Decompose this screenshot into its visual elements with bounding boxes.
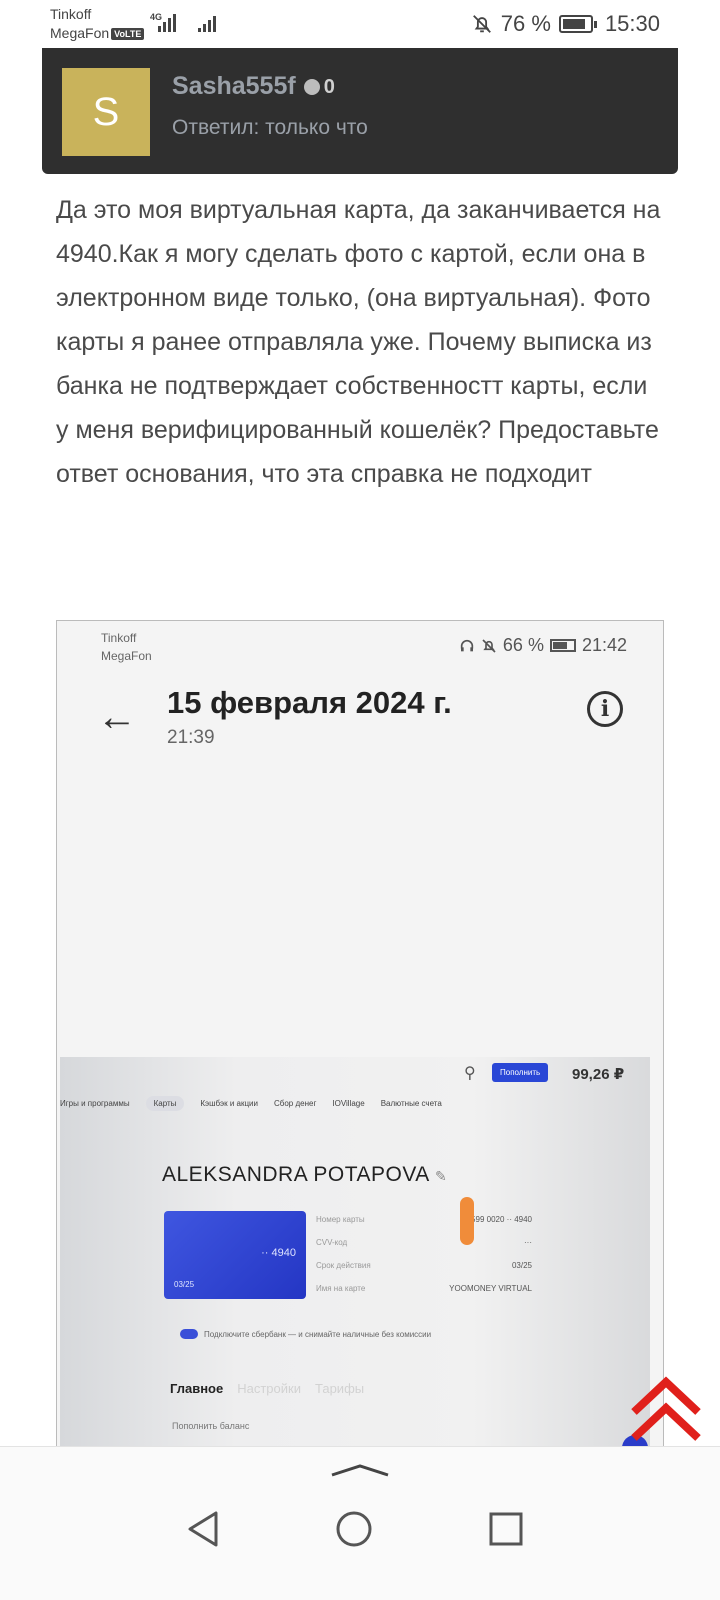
card-details: Номер карты 5599 0020 ·· 4940 CVV-код ··· …	[316, 1215, 532, 1307]
double-chevron-up-icon[interactable]	[628, 1374, 704, 1444]
bank-topup-row: Пополнить баланс	[172, 1421, 250, 1431]
card-detail-row: Номер карты 5599 0020 ·· 4940	[316, 1215, 532, 1238]
battery-percent: 76 %	[500, 11, 551, 36]
attached-battery-percent: 66 %	[502, 635, 544, 655]
bank-tabs: Главное Настройки Тарифы	[170, 1381, 364, 1396]
bank-nav-item: Валютные счета	[380, 1099, 442, 1108]
attached-status-right: 66 % 21:42	[459, 635, 627, 656]
headphones-icon	[460, 639, 474, 651]
username[interactable]: Sasha555f	[172, 72, 296, 100]
cardholder-text: ALEKSANDRA POTAPOVA	[162, 1163, 429, 1186]
back-arrow-icon: ←	[97, 695, 137, 739]
reply-header: S Sasha555f 0 Ответил: только что	[42, 48, 678, 174]
attached-status-carrier: Tinkoff MegaFon	[101, 629, 152, 665]
card-detail-row: Срок действия 03/25	[316, 1261, 532, 1284]
bank-nav-item: Кэшбэк и акции	[200, 1099, 258, 1108]
toggle-icon	[180, 1329, 198, 1339]
mute-bell-icon	[472, 15, 491, 33]
detail-value: YOOMONEY VIRTUAL	[449, 1284, 532, 1293]
attached-carrier-1: Tinkoff	[101, 631, 137, 645]
bank-nav-item: Игры и программы	[60, 1099, 130, 1108]
mute-bell-icon	[482, 638, 496, 653]
edit-pencil-icon: ✎	[435, 1168, 448, 1184]
info-icon: i	[587, 691, 623, 727]
system-nav-bar	[0, 1446, 720, 1600]
user-reputation: 0	[323, 75, 335, 98]
card-expiry: 03/25	[174, 1280, 195, 1289]
battery-icon	[549, 639, 576, 652]
chevron-up-icon[interactable]	[330, 1463, 390, 1477]
bank-tab-tariffs: Тарифы	[314, 1381, 365, 1396]
bank-topup-button: Пополнить	[492, 1063, 549, 1082]
cardholder-name: ALEKSANDRA POTAPOVA ✎	[162, 1163, 447, 1187]
attached-carrier-2: MegaFon	[101, 649, 152, 663]
bank-nav-item: IOVillage	[332, 1099, 365, 1108]
bank-tab-settings: Настройки	[237, 1381, 301, 1396]
bank-toggle-row: Подключите сбербанк — и снимайте наличны…	[180, 1329, 431, 1339]
attached-clock: 21:42	[581, 635, 627, 655]
rank-dot-icon	[303, 79, 320, 96]
square-recents-icon[interactable]	[486, 1509, 526, 1549]
orange-redaction-mark	[460, 1197, 474, 1245]
bank-balance: 99,26 ₽	[572, 1066, 625, 1083]
bank-nav-item: Сбор денег	[274, 1099, 317, 1108]
search-icon: ⚲	[464, 1065, 476, 1082]
detail-label: CVV-код	[316, 1238, 348, 1247]
answered-time: Ответил: только что	[172, 116, 368, 139]
attached-image[interactable]: Tinkoff MegaFon 66 % 21:42 ← 15 февраля …	[56, 620, 664, 1480]
detail-value: 5599 0020 ·· 4940	[466, 1215, 532, 1224]
detail-label: Имя на карте	[316, 1284, 366, 1293]
circle-home-icon[interactable]	[334, 1509, 374, 1549]
transaction-time: 21:39	[167, 727, 215, 748]
signal-icon	[158, 12, 176, 32]
bank-nav-item-active: Карты	[145, 1096, 185, 1111]
reply-message: Да это моя виртуальная карта, да заканчи…	[56, 196, 661, 488]
battery-icon	[558, 15, 597, 33]
card-detail-row: CVV-код ···	[316, 1238, 532, 1261]
bank-nav: Игры и программы Карты Кэшбэк и акции Сб…	[60, 1096, 442, 1111]
bank-photo: ⚲ Пополнить 99,26 ₽ Игры и программы Кар…	[60, 1057, 650, 1479]
signal-icon-2	[198, 12, 216, 32]
transaction-date: 15 февраля 2024 г.	[167, 685, 452, 720]
bank-tab-main: Главное	[170, 1381, 224, 1396]
username-row: Sasha555f 0	[172, 72, 335, 101]
bank-card-image: ·· 4940 03/25	[164, 1211, 306, 1299]
detail-label: Номер карты	[316, 1215, 365, 1224]
triangle-back-icon[interactable]	[184, 1509, 224, 1549]
status-bar: Tinkoff MegaFon VoLTE 4G 76 % 15:30	[0, 0, 720, 48]
toggle-text: Подключите сбербанк — и снимайте наличны…	[204, 1329, 432, 1339]
volte-badge: VoLTE	[111, 28, 145, 41]
status-right: 76 % 15:30	[471, 11, 660, 37]
clock: 15:30	[604, 11, 660, 36]
detail-value: ···	[524, 1238, 532, 1247]
carrier-name-2: MegaFon	[50, 25, 110, 41]
detail-label: Срок действия	[316, 1261, 371, 1270]
card-detail-row: Имя на карте YOOMONEY VIRTUAL	[316, 1284, 532, 1307]
detail-value: 03/25	[511, 1261, 532, 1270]
avatar[interactable]: S	[62, 68, 150, 156]
card-last-digits: ·· 4940	[261, 1247, 296, 1259]
carrier-info: Tinkoff MegaFon VoLTE	[50, 5, 145, 43]
carrier-name-1: Tinkoff	[50, 6, 92, 22]
